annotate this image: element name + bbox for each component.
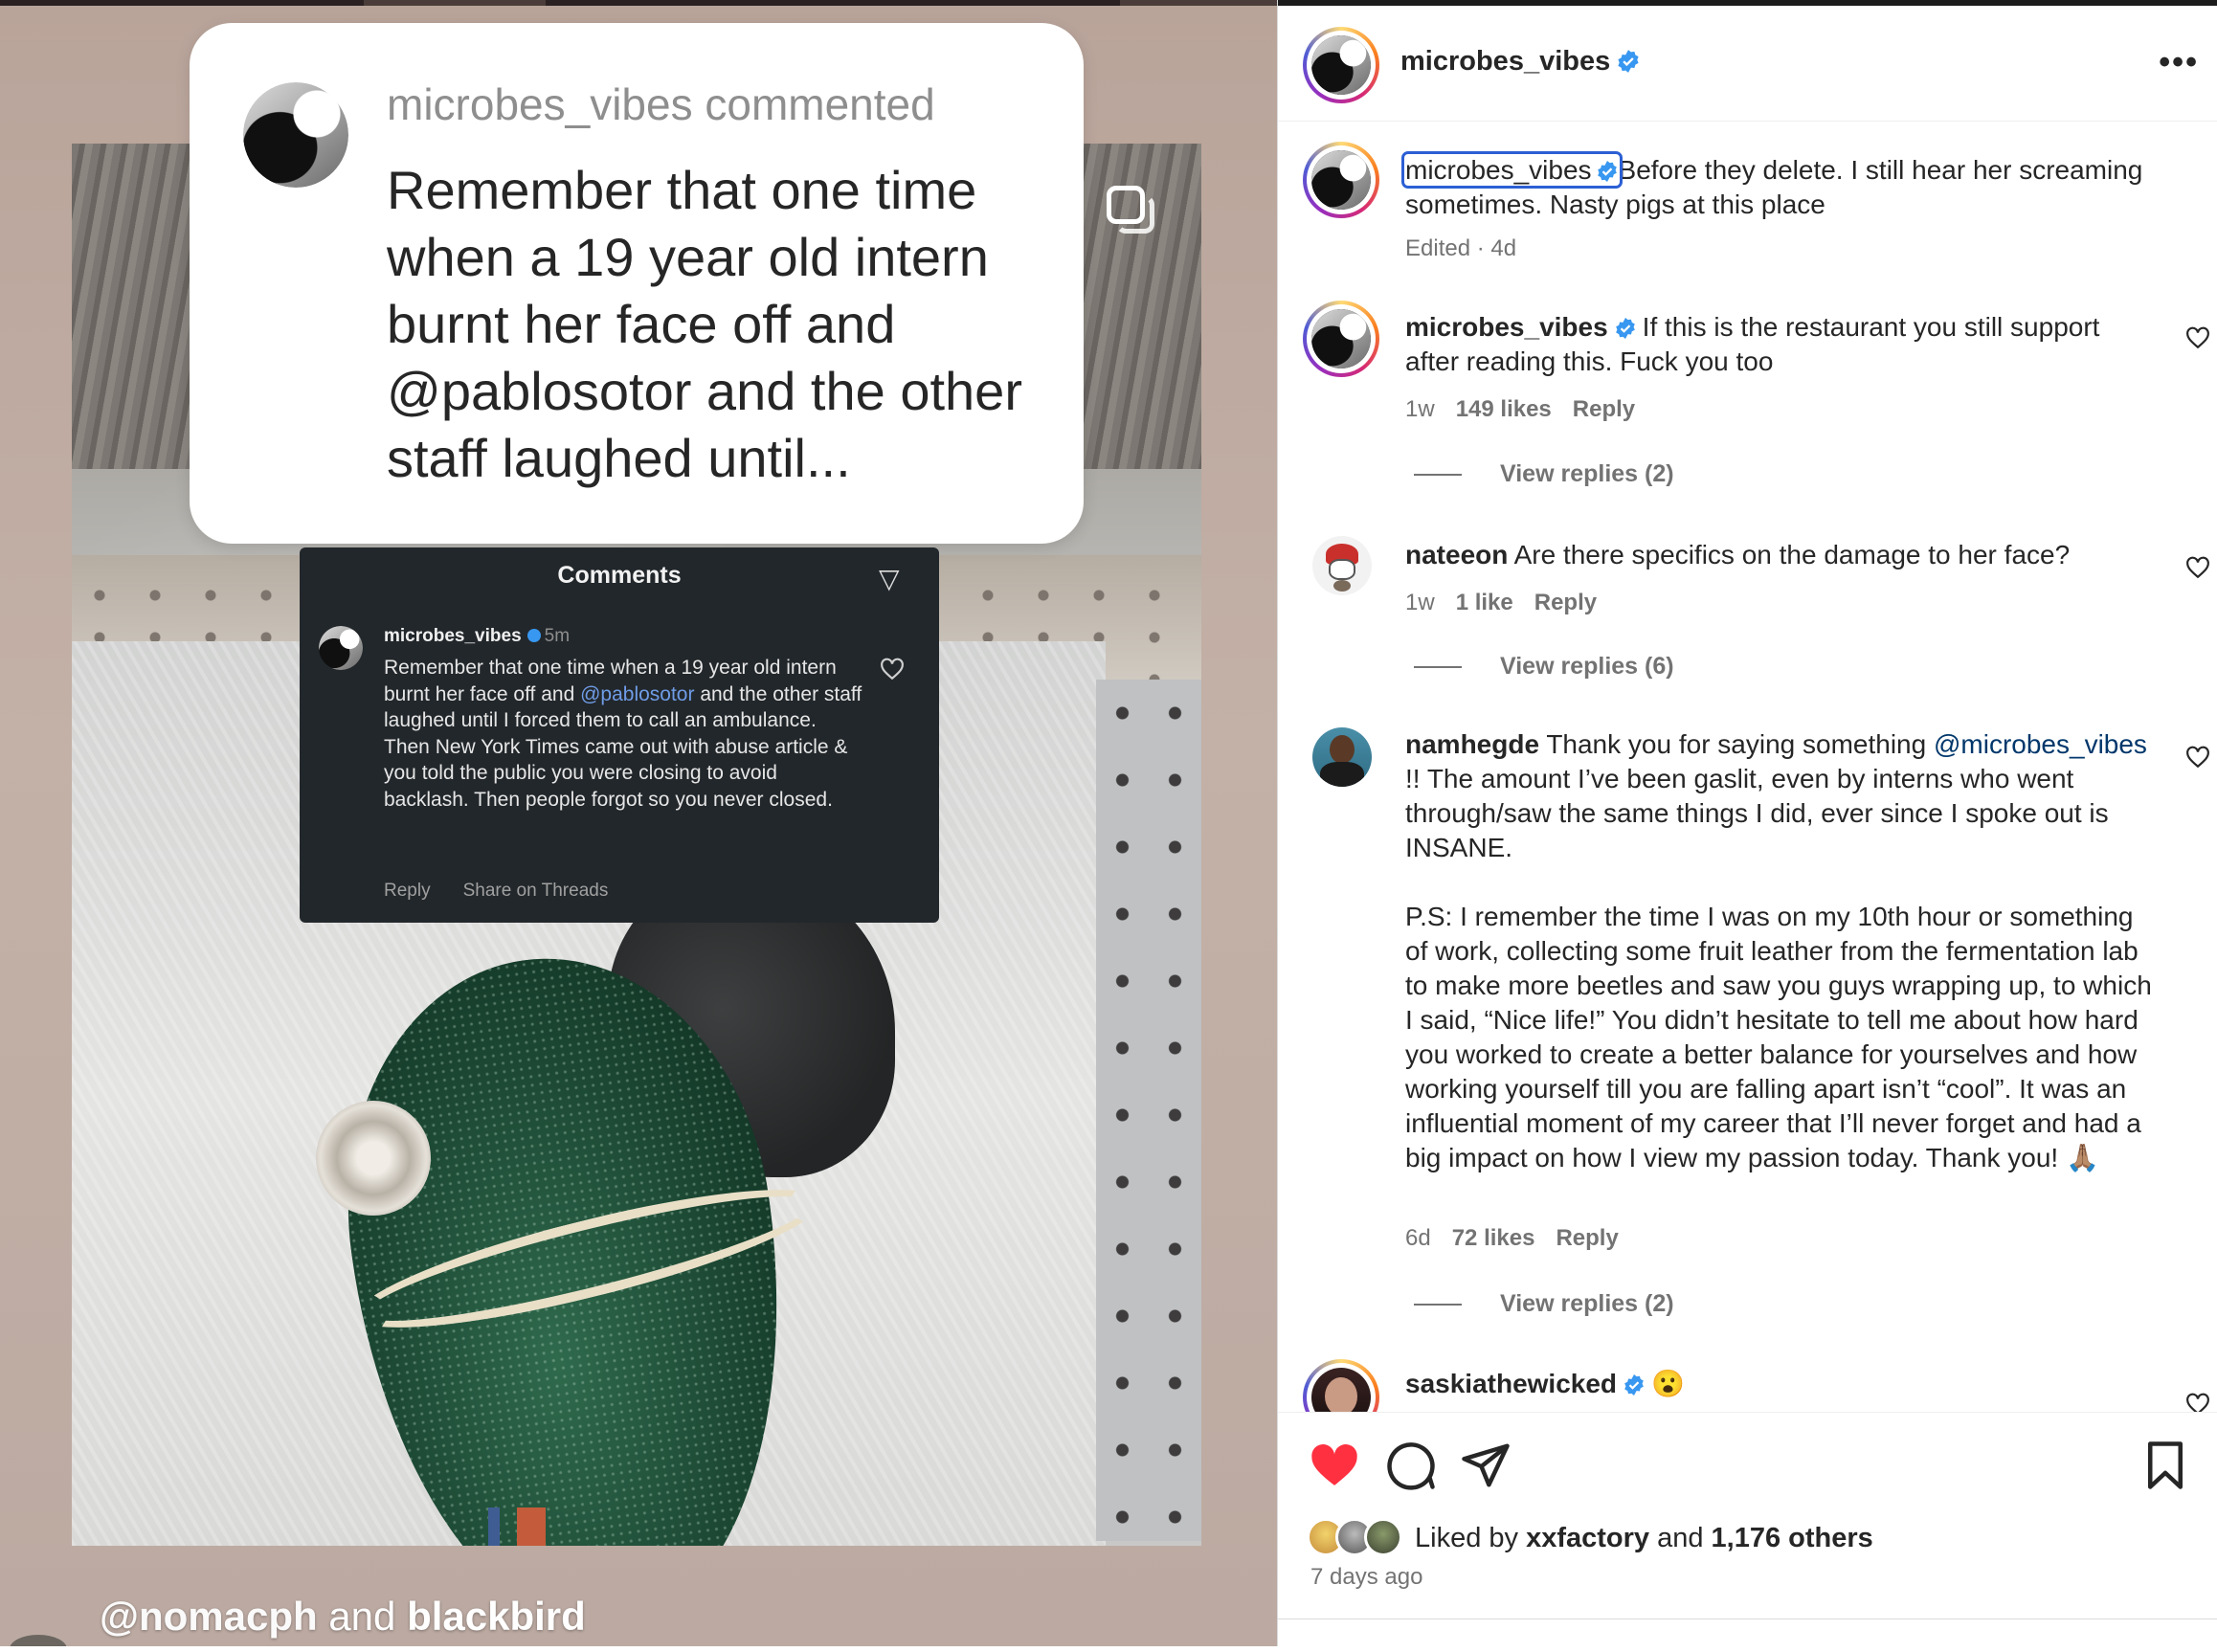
comment-avatar[interactable] bbox=[1303, 301, 1379, 377]
comment-reply-button[interactable]: Reply bbox=[1573, 396, 1635, 422]
bubble-username: microbes_vibes commented bbox=[387, 79, 935, 129]
bubble-comment-text: Remember that one time when a 19 year ol… bbox=[387, 160, 1022, 488]
comment-username[interactable]: saskiathewicked bbox=[1405, 1369, 1617, 1398]
comments-screenshot-overlay: Comments ▽ microbes_vibes 5m Remember tha… bbox=[300, 547, 939, 923]
screenshot-username: microbes_vibes 5m bbox=[384, 626, 571, 646]
verified-badge-icon bbox=[1618, 50, 1639, 73]
comment-likes-count[interactable]: 149 likes bbox=[1456, 396, 1552, 422]
author-avatar[interactable] bbox=[1303, 27, 1379, 103]
more-options-icon[interactable]: ••• bbox=[2159, 44, 2199, 81]
comment-reply-button[interactable]: Reply bbox=[1556, 1225, 1618, 1251]
comment-meta: 1w 1 like Reply bbox=[1405, 590, 1598, 615]
verified-badge-icon bbox=[1624, 1374, 1644, 1395]
comment-item: saskiathewicked 😮 bbox=[1278, 1359, 2217, 1412]
multiple-photos-icon bbox=[1103, 182, 1156, 235]
post-media[interactable]: microbes_vibes commented Remember that o… bbox=[0, 0, 1277, 1646]
screenshot-filter-icon: ▽ bbox=[879, 564, 900, 593]
like-heart-filled-icon[interactable] bbox=[1309, 1440, 1360, 1491]
post-details-pane: microbes_vibes ••• microbes_vibes Before … bbox=[1277, 0, 2217, 1652]
comment-text: saskiathewicked 😮 bbox=[1405, 1369, 1685, 1398]
verified-badge-icon bbox=[1615, 318, 1635, 339]
photo-perforated-rail bbox=[1096, 680, 1201, 1541]
post-header: microbes_vibes ••• bbox=[1278, 6, 2217, 122]
screenshot-avatar bbox=[319, 626, 363, 670]
media-tag-text: @nomacph and blackbird bbox=[100, 1594, 586, 1639]
share-send-icon[interactable] bbox=[1460, 1440, 1512, 1491]
comment-text: nateeon Are there specifics on the damag… bbox=[1405, 540, 2071, 569]
view-replies-button[interactable]: View replies (2) bbox=[1414, 1290, 1674, 1318]
screenshot-title: Comments bbox=[557, 562, 682, 589]
comment-text: namhegde Thank you for saying something … bbox=[1405, 727, 2152, 1175]
comment-reply-button[interactable]: Reply bbox=[1534, 590, 1597, 615]
photo-towel-stripe-red bbox=[517, 1507, 546, 1546]
photo-towel-stripe-blue bbox=[488, 1507, 500, 1546]
caption-avatar[interactable] bbox=[1303, 142, 1379, 218]
comment-username[interactable]: namhegde bbox=[1405, 729, 1539, 759]
caption-text: microbes_vibes Before they delete. I stil… bbox=[1401, 151, 2143, 219]
comment-like-heart-icon[interactable] bbox=[2185, 745, 2210, 770]
comment-bubble-overlay: microbes_vibes commented Remember that o… bbox=[190, 23, 1084, 544]
comment-like-heart-icon[interactable] bbox=[2185, 325, 2210, 350]
comment-likes-count[interactable]: 1 like bbox=[1456, 590, 1513, 615]
post-time-ago[interactable]: 7 days ago bbox=[1310, 1564, 1422, 1591]
comment-username[interactable]: nateeon bbox=[1405, 540, 1508, 569]
photo-grinding-disk bbox=[316, 1101, 431, 1216]
comment-ps-text: P.S: I remember the time I was on my 10t… bbox=[1405, 902, 2152, 1172]
verified-badge-icon bbox=[1597, 161, 1617, 182]
screenshot-comment-text: Remember that one time when a 19 year ol… bbox=[384, 657, 862, 811]
comment-like-heart-icon[interactable] bbox=[2185, 555, 2210, 580]
comment-username[interactable]: microbes_vibes bbox=[1405, 312, 1608, 342]
liked-by-text[interactable]: Liked by xxfactory and 1,176 others bbox=[1415, 1523, 1873, 1554]
comment-avatar[interactable] bbox=[1303, 1359, 1379, 1412]
media-top-strip bbox=[0, 0, 1277, 6]
comment-avatar[interactable] bbox=[1312, 536, 1372, 595]
screenshot-heart-icon bbox=[881, 658, 904, 681]
screenshot-verified-icon bbox=[526, 629, 541, 642]
comment-mention-link[interactable]: @microbes_vibes bbox=[1934, 729, 2147, 759]
bubble-avatar bbox=[243, 82, 348, 188]
save-bookmark-icon[interactable] bbox=[2139, 1440, 2191, 1491]
screenshot-actions: Reply Share on Threads bbox=[384, 881, 609, 901]
comment-meta: 6d 72 likes Reply bbox=[1405, 1225, 1619, 1251]
comment-like-heart-icon[interactable] bbox=[2185, 1392, 2210, 1412]
caption-meta: Edited · 4d bbox=[1405, 235, 1517, 261]
comment-likes-count[interactable]: 72 likes bbox=[1452, 1225, 1535, 1251]
comment-text: microbes_vibes If this is the restaurant … bbox=[1405, 312, 2100, 376]
comment-meta: 1w 149 likes Reply bbox=[1405, 396, 1636, 422]
caption-username[interactable]: microbes_vibes bbox=[1401, 151, 1623, 189]
view-replies-button[interactable]: View replies (2) bbox=[1414, 460, 1674, 488]
comment-avatar[interactable] bbox=[1312, 727, 1372, 787]
post-action-bar: Liked by xxfactory and 1,176 others 7 da… bbox=[1278, 1412, 2217, 1652]
comment-icon[interactable] bbox=[1385, 1440, 1437, 1491]
media-corner-shape bbox=[10, 1635, 67, 1646]
author-username[interactable]: microbes_vibes bbox=[1400, 46, 1641, 78]
view-replies-button[interactable]: View replies (6) bbox=[1414, 653, 1674, 681]
